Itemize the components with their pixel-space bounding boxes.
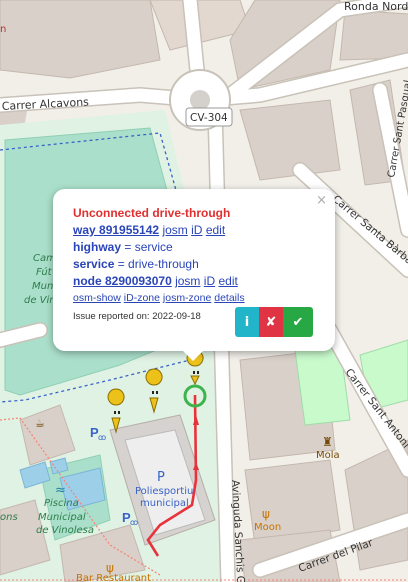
restaurant-icon: ψ xyxy=(262,507,270,521)
label-piscina-1: Piscina xyxy=(44,498,79,509)
swimming-icon: ≈ xyxy=(55,483,66,498)
way-row: way 891955142 josm iD edit xyxy=(73,222,325,239)
label-piscina-2: Municipal xyxy=(38,512,86,523)
label-moon: Moon xyxy=(254,522,281,533)
label-mola: Mola xyxy=(316,450,340,461)
label-bar-restaurant: Bar Restaurant xyxy=(76,573,151,582)
osm-show-link[interactable]: osm-show xyxy=(73,292,121,304)
label-poliesportiu-p: P xyxy=(157,470,165,485)
node-id-link[interactable]: iD xyxy=(204,274,215,288)
way-link[interactable]: way 891955142 xyxy=(73,223,159,237)
label-ons: ons xyxy=(0,512,18,523)
issue-title: Unconnected drive-through xyxy=(73,206,231,220)
info-button[interactable]: i xyxy=(235,307,259,337)
popup-tip xyxy=(183,351,203,361)
id-zone-link[interactable]: iD-zone xyxy=(124,292,160,304)
way-josm-link[interactable]: josm xyxy=(162,223,187,237)
label-campo-4: de Vin xyxy=(24,295,56,306)
way-edit-link[interactable]: edit xyxy=(206,223,225,237)
label-cv304: CV-304 xyxy=(190,112,228,124)
highway-tag-row: highway = service xyxy=(73,239,325,256)
label-campo-2: Fút xyxy=(36,266,53,278)
node-row: node 8290093070 josm iD edit xyxy=(73,273,325,290)
svg-text:ꝏ: ꝏ xyxy=(130,518,138,527)
josm-zone-link[interactable]: josm-zone xyxy=(163,292,211,304)
service-value: = drive-through xyxy=(117,257,199,271)
node-link[interactable]: node 8290093070 xyxy=(73,274,172,288)
label-poliesportiu-1: Poliesportiu xyxy=(135,486,193,497)
details-link[interactable]: details xyxy=(214,292,244,304)
service-key: service xyxy=(73,257,115,271)
cafe-icon: ☕ xyxy=(35,417,45,430)
label-piscina-3: de Vinolesa xyxy=(36,525,94,536)
issue-popup: × Unconnected drive-through way 89195514… xyxy=(53,189,335,361)
highway-value: = service xyxy=(124,240,173,254)
service-tag-row: service = drive-through xyxy=(73,256,325,273)
accept-button[interactable]: ✔ xyxy=(283,307,313,337)
label-edge-top-left: n xyxy=(0,24,6,35)
node-josm-link[interactable]: josm xyxy=(175,274,200,288)
action-buttons: i ✘ ✔ xyxy=(235,307,313,337)
reject-button[interactable]: ✘ xyxy=(259,307,283,337)
way-id-link[interactable]: iD xyxy=(191,223,202,237)
svg-text:ꝏ: ꝏ xyxy=(98,433,106,442)
zone-links-row: osm-show iD-zone josm-zone details xyxy=(73,290,325,307)
label-ronda-nord: Ronda Nord xyxy=(344,0,408,13)
label-poliesportiu-2: municipal xyxy=(140,498,189,509)
node-edit-link[interactable]: edit xyxy=(218,274,237,288)
mill-icon: ♜ xyxy=(322,435,333,449)
highway-key: highway xyxy=(73,240,122,254)
